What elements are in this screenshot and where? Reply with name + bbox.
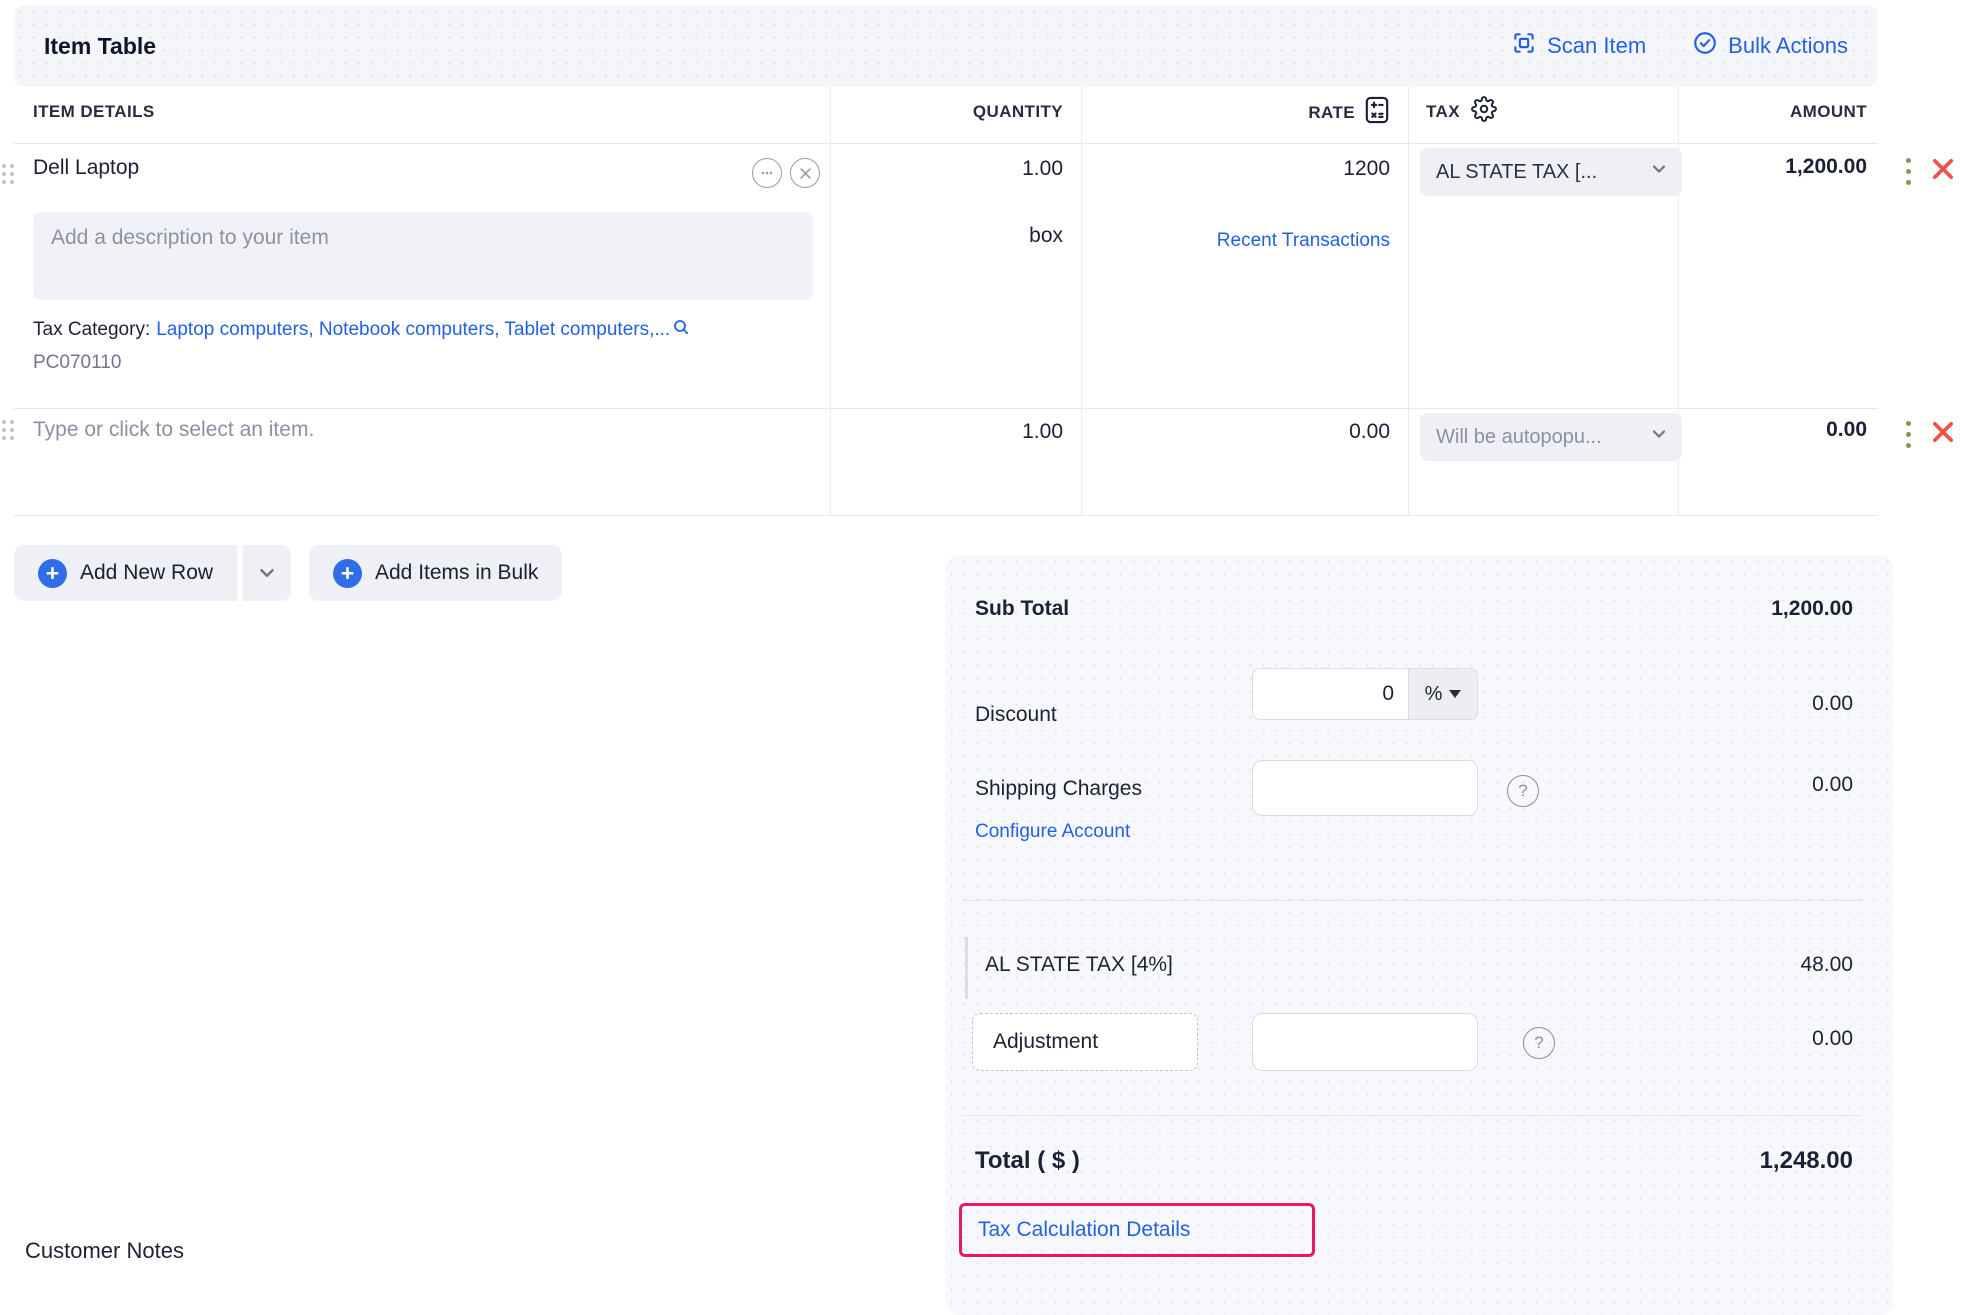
column-header-tax: TAX [1426,102,1460,122]
clear-item-icon[interactable] [790,158,820,188]
tax-category-line: Tax Category: Laptop computers, Notebook… [33,318,690,342]
help-icon[interactable]: ? [1523,1027,1555,1059]
quantity-value[interactable]: 1.00 [863,420,1063,444]
column-header-rate: RATE [1308,103,1355,123]
item-name[interactable]: Dell Laptop [33,156,139,180]
bulk-actions-label: Bulk Actions [1728,33,1848,59]
header-actions: Scan Item Bulk Actions [1511,30,1848,62]
help-icon[interactable]: ? [1507,775,1539,807]
tax-select[interactable]: Will be autopopu... [1420,413,1682,461]
more-options-icon[interactable] [752,158,782,188]
column-divider [830,87,831,515]
page-title: Item Table [44,33,156,60]
add-new-row-button[interactable]: + Add New Row [14,545,237,601]
tax-calculation-details-link[interactable]: Tax Calculation Details [978,1218,1190,1242]
discount-input[interactable] [1252,668,1408,720]
total-amount: 1,248.00 [1653,1147,1853,1175]
item-description-input[interactable] [33,212,813,300]
delete-row-icon[interactable] [1929,155,1957,188]
add-items-in-bulk-button[interactable]: + Add Items in Bulk [309,545,562,601]
customer-notes-heading: Customer Notes [25,1238,184,1264]
adjustment-input[interactable] [1252,1013,1478,1071]
quantity-value[interactable]: 1.00 [863,157,1063,181]
row-divider [14,143,1878,144]
column-header-amount: AMOUNT [1667,102,1867,122]
tax-category-label: Tax Category: [33,319,150,341]
discount-input-group: % [1252,668,1478,720]
rate-value[interactable]: 0.00 [1140,420,1390,444]
row-drag-handle[interactable] [2,164,14,184]
check-circle-icon [1692,30,1718,62]
column-header-quantity: QUANTITY [863,102,1063,122]
tax-select-value: AL STATE TAX [... [1436,161,1597,184]
row-menu-icon[interactable] [1906,158,1911,185]
discount-amount: 0.00 [1653,692,1853,716]
column-divider [1081,87,1082,515]
column-header-item-details: ITEM DETAILS [33,102,155,122]
rate-value[interactable]: 1200 [1140,157,1390,181]
adjustment-amount: 0.00 [1653,1027,1853,1051]
shipping-amount: 0.00 [1653,773,1853,797]
tax-select[interactable]: AL STATE TAX [... [1420,148,1682,196]
plus-circle-icon: + [38,559,67,588]
plus-circle-icon: + [333,559,362,588]
search-icon[interactable] [672,318,690,342]
discount-unit-dropdown[interactable]: % [1408,668,1478,720]
item-table-header-bar: Item Table Scan Item Bulk Actions [14,5,1878,87]
add-items-in-bulk-label: Add Items in Bulk [375,561,538,585]
row-menu-icon[interactable] [1906,421,1911,448]
chevron-down-icon [1650,425,1668,449]
configure-account-link[interactable]: Configure Account [975,821,1130,843]
scan-icon [1511,30,1537,62]
gear-icon[interactable] [1471,96,1497,127]
column-header-tax-group: TAX [1426,96,1497,127]
item-sku: PC070110 [33,352,121,374]
scan-item-label: Scan Item [1547,33,1646,59]
discount-unit-label: % [1425,683,1443,706]
tax-calculation-highlight-box: Tax Calculation Details [959,1203,1315,1257]
tax-category-links[interactable]: Laptop computers, Notebook computers, Ta… [156,319,670,341]
column-divider [1408,87,1409,515]
bulk-actions-button[interactable]: Bulk Actions [1692,30,1848,62]
summary-divider [962,900,1862,901]
tax-section-border [965,937,968,999]
summary-panel: Sub Total 1,200.00 Discount % 0.00 Shipp… [945,555,1893,1315]
adjustment-field[interactable]: Adjustment [972,1013,1198,1071]
total-label: Total ( $ ) [975,1147,1080,1175]
column-header-rate-group: RATE [1140,96,1390,129]
tax-line-label: AL STATE TAX [4%] [985,953,1173,977]
row-divider [14,515,1878,516]
chevron-down-icon [1650,160,1668,184]
item-select-input[interactable] [33,418,593,442]
delete-row-icon[interactable] [1929,418,1957,451]
add-new-row-label: Add New Row [80,561,213,585]
shipping-charges-input[interactable] [1252,760,1478,816]
tax-select-placeholder: Will be autopopu... [1436,426,1602,449]
amount-value: 0.00 [1667,418,1867,442]
row-divider [14,408,1878,409]
recent-transactions-link[interactable]: Recent Transactions [1140,230,1390,252]
add-row-dropdown-button[interactable] [243,545,291,601]
calculator-icon[interactable] [1364,96,1390,129]
unit-value: box [863,224,1063,248]
shipping-charges-label: Shipping Charges [975,777,1142,801]
subtotal-label: Sub Total [975,597,1069,621]
amount-value: 1,200.00 [1667,155,1867,179]
subtotal-amount: 1,200.00 [1653,597,1853,621]
tax-line-amount: 48.00 [1653,953,1853,977]
caret-down-icon [1449,690,1461,698]
discount-label: Discount [975,703,1057,727]
summary-divider [962,1115,1862,1116]
scan-item-button[interactable]: Scan Item [1511,30,1646,62]
adjustment-label: Adjustment [993,1030,1098,1054]
row-drag-handle[interactable] [2,420,14,440]
